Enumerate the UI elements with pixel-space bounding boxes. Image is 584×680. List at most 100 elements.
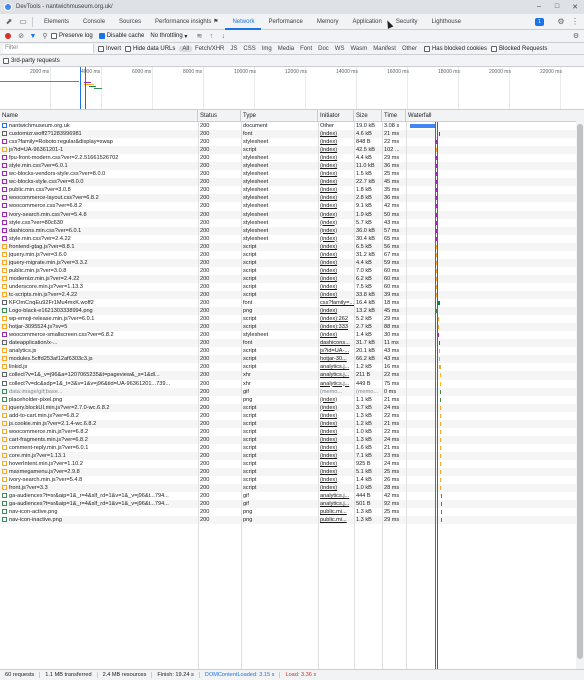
- filter-type-wasm[interactable]: Wasm: [347, 46, 370, 52]
- request-initiator[interactable]: (index): [318, 227, 354, 235]
- filter-type-fetch-xhr[interactable]: Fetch/XHR: [192, 46, 227, 52]
- filter-type-img[interactable]: Img: [259, 46, 275, 52]
- column-header-size[interactable]: Size: [354, 110, 382, 122]
- column-header-status[interactable]: Status: [198, 110, 241, 122]
- request-initiator[interactable]: (index): [318, 251, 354, 259]
- filter-type-css[interactable]: CSS: [240, 46, 258, 52]
- table-row[interactable]: customizr.woff2?1283996981 200 font (index)…: [0, 130, 576, 139]
- table-row[interactable]: front.js?ver=3.3 200 script (index) 1.0 kB 28…: [0, 484, 576, 493]
- request-initiator[interactable]: analytics.j...: [318, 380, 354, 388]
- table-row[interactable]: modernizr.min.js?ver=2.4.22 200 script (ind…: [0, 274, 576, 283]
- network-settings-icon[interactable]: ⚙: [570, 32, 582, 40]
- filter-type-all[interactable]: All: [179, 45, 193, 52]
- table-row[interactable]: collect?v=1&_v=j96&a=1207065235&t=pagevi…: [0, 371, 576, 380]
- table-row[interactable]: data:image/gif;base... 200 gif (memo... (mem…: [0, 387, 576, 396]
- vertical-scrollbar[interactable]: [576, 110, 584, 669]
- request-initiator[interactable]: (index): [318, 162, 354, 170]
- table-row[interactable]: woocommerce.min.js?ver=6.8.2 200 script (in…: [0, 428, 576, 436]
- request-initiator[interactable]: (index): [318, 154, 354, 162]
- request-initiator[interactable]: dashicons...: [318, 339, 354, 347]
- table-row[interactable]: style.min.css?ver=6.0.1 200 stylesheet (ind…: [0, 162, 576, 171]
- table-row[interactable]: woocommerce-smallscreen.css?ver=6.8.2 200…: [0, 331, 576, 339]
- request-initiator[interactable]: (index): [318, 219, 354, 227]
- request-initiator[interactable]: analytics.j...: [318, 363, 354, 371]
- tab-lighthouse[interactable]: Lighthouse: [425, 14, 468, 30]
- third-party-checkbox[interactable]: 3rd-party requests: [3, 57, 60, 64]
- table-row[interactable]: style.css?ver=80c630 200 stylesheet (index)…: [0, 219, 576, 227]
- table-row[interactable]: linkid.js 200 script analytics.j... 1.2 kB 16…: [0, 363, 576, 371]
- table-row[interactable]: ivory-search.min.css?ver=5.4.8 200 stylesh…: [0, 210, 576, 219]
- issues-badge[interactable]: 1: [535, 17, 544, 26]
- request-initiator[interactable]: (index): [318, 275, 354, 283]
- hide-data-urls-checkbox[interactable]: Hide data URLs: [125, 45, 175, 52]
- import-har-icon[interactable]: ↑: [205, 33, 217, 40]
- close-icon[interactable]: ✕: [566, 3, 584, 11]
- request-initiator[interactable]: (index): [318, 146, 354, 154]
- request-initiator[interactable]: public.mi...: [318, 508, 354, 516]
- filter-type-doc[interactable]: Doc: [315, 46, 332, 52]
- table-row[interactable]: js?id=UA-96361201-1 200 script (index) 42.5 …: [0, 146, 576, 155]
- table-row[interactable]: style.min.css?ver=2.4.22 200 stylesheet (in…: [0, 235, 576, 243]
- request-initiator[interactable]: (index): [318, 211, 354, 219]
- table-row[interactable]: woocommerce.css?ver=6.8.2 200 stylesheet (i…: [0, 202, 576, 210]
- request-initiator[interactable]: (index): [318, 404, 354, 412]
- table-row[interactable]: js.cookie.min.js?ver=2.1.4-wc.6.8.2 200 sc…: [0, 419, 576, 428]
- request-initiator[interactable]: analytics.j...: [318, 371, 354, 379]
- checkbox[interactable]: [490, 45, 497, 52]
- table-row[interactable]: collect?v=dc&sdp=1&_t=3&v=1&v=j96&tid=UA…: [0, 380, 576, 388]
- request-initiator[interactable]: (memo...: [318, 388, 354, 396]
- tab-performance-insights[interactable]: Performance insights ⚑: [148, 14, 225, 30]
- table-row[interactable]: css?family=Roboto:regular&display=swap 20…: [0, 138, 576, 146]
- request-initiator[interactable]: (index): [318, 476, 354, 484]
- table-row[interactable]: jquery.blockUI.min.js?ver=2.7.0-wc.6.8.2…: [0, 403, 576, 412]
- table-row[interactable]: KFOmCnqEu92Fr1Mu4mxK.woff2 200 font css?fam…: [0, 299, 576, 307]
- tab-console[interactable]: Console: [76, 14, 112, 30]
- tab-performance[interactable]: Performance: [261, 14, 309, 30]
- filter-input[interactable]: Filter: [3, 44, 94, 53]
- more-options-icon[interactable]: ⋮: [570, 17, 580, 27]
- request-initiator[interactable]: (index): [318, 420, 354, 428]
- disable-cache-checkbox[interactable]: Disable cache: [98, 33, 144, 39]
- request-initiator[interactable]: (index): [318, 235, 354, 243]
- column-header-name[interactable]: Name: [0, 110, 198, 122]
- request-initiator[interactable]: (index): [318, 412, 354, 420]
- request-initiator[interactable]: (index): [318, 460, 354, 468]
- tab-network[interactable]: Network: [225, 14, 262, 30]
- table-row[interactable]: comment-reply.min.js?ver=6.0.1 200 script (…: [0, 444, 576, 452]
- table-row[interactable]: ga-audiences?t=sr&aip=1&_r=4&slf_rd=1&v=…: [0, 500, 576, 509]
- table-row[interactable]: dashicons.min.css?ver=6.0.1 200 stylesheet…: [0, 226, 576, 235]
- tab-security[interactable]: Security: [389, 14, 425, 30]
- request-initiator[interactable]: analytics.j...: [318, 500, 354, 508]
- request-initiator[interactable]: (index): [318, 428, 354, 436]
- table-row[interactable]: hotjar-3095524.js?sv=5 200 script (index):3…: [0, 323, 576, 332]
- request-initiator[interactable]: (index): [318, 436, 354, 444]
- request-initiator[interactable]: (index): [318, 202, 354, 210]
- filter-icon[interactable]: ▼: [27, 33, 39, 40]
- table-row[interactable]: cart-fragments.min.js?ver=6.8.2 200 script…: [0, 435, 576, 444]
- inspect-element-icon[interactable]: ⬈: [4, 17, 14, 27]
- gear-icon[interactable]: ⚙: [556, 17, 566, 27]
- request-initiator[interactable]: (index): [318, 138, 354, 146]
- table-row[interactable]: nantwichmuseum.org.uk 200 document Other 19.…: [0, 122, 576, 130]
- tab-sources[interactable]: Sources: [112, 14, 148, 30]
- search-icon[interactable]: ⚲: [39, 32, 51, 40]
- network-conditions-icon[interactable]: ≋: [193, 32, 205, 40]
- table-row[interactable]: frontend-gtag.js?ver=8.8.1 200 script (inde…: [0, 242, 576, 251]
- request-initiator[interactable]: (index): [318, 291, 354, 299]
- request-initiator[interactable]: css?family=...: [318, 299, 354, 307]
- checkbox[interactable]: [423, 45, 430, 52]
- request-initiator[interactable]: (index): [318, 243, 354, 251]
- table-row[interactable]: modules.5cffd253af12af6303c3.js 200 script…: [0, 355, 576, 364]
- request-initiator[interactable]: (index):262: [318, 315, 354, 323]
- request-initiator[interactable]: (index): [318, 170, 354, 178]
- record-icon[interactable]: [5, 33, 11, 39]
- request-initiator[interactable]: public.mi...: [318, 516, 354, 524]
- request-initiator[interactable]: (index): [318, 194, 354, 202]
- filter-type-media[interactable]: Media: [275, 46, 297, 52]
- blocked-requests-checkbox[interactable]: Blocked Requests: [490, 45, 547, 52]
- checkbox[interactable]: [3, 57, 9, 64]
- tab-application[interactable]: Application: [346, 14, 389, 30]
- request-initiator[interactable]: (index): [318, 178, 354, 186]
- table-row[interactable]: jquery.min.js?ver=3.6.0 200 script (index) 3…: [0, 251, 576, 259]
- request-initiator[interactable]: Other: [318, 122, 354, 130]
